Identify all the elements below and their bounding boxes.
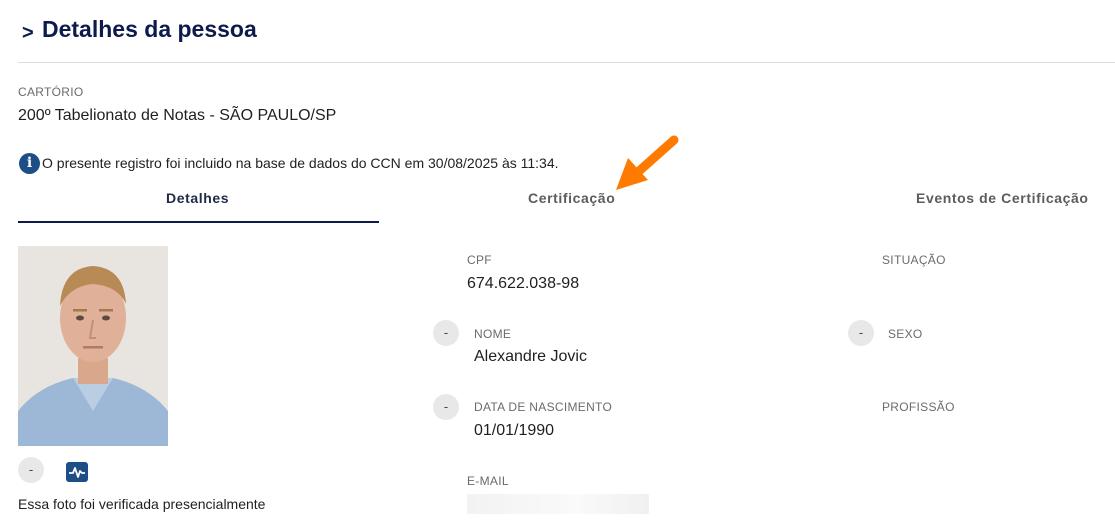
page-title: Detalhes da pessoa [42, 16, 257, 42]
email-label: E-MAIL [467, 474, 509, 488]
annotation-arrow-icon [616, 135, 679, 190]
cpf-label: CPF [467, 253, 492, 267]
active-tab-indicator [18, 221, 379, 223]
nascimento-value: 01/01/1990 [474, 422, 555, 439]
nome-dash-button[interactable]: - [433, 320, 459, 346]
situacao-label: SITUAÇÃO [882, 253, 946, 267]
photo-verified-caption: Essa foto foi verificada presencialmente [18, 496, 266, 512]
sexo-label: SEXO [888, 327, 923, 341]
sexo-dash-button[interactable]: - [848, 320, 874, 346]
profissao-label: PROFISSÃO [882, 400, 955, 414]
cartorio-label: CARTÓRIO [18, 85, 84, 99]
nome-value: Alexandre Jovic [474, 348, 587, 365]
chevron-right-icon: > [22, 22, 34, 44]
nome-label: NOME [474, 327, 512, 341]
person-photo [18, 246, 168, 446]
info-message: O presente registro foi incluido na base… [42, 155, 559, 171]
header-divider [18, 62, 1115, 63]
biometric-pulse-icon[interactable] [66, 462, 88, 482]
email-value-redacted [467, 494, 649, 514]
tab-detalhes[interactable]: Detalhes [166, 190, 229, 206]
cartorio-value: 200º Tabelionato de Notas - SÃO PAULO/SP [18, 107, 337, 124]
info-icon: i [19, 153, 40, 174]
photo-dash-button[interactable]: - [18, 457, 44, 483]
nascimento-label: DATA DE NASCIMENTO [474, 400, 613, 414]
nascimento-dash-button[interactable]: - [433, 394, 459, 420]
cpf-value: 674.622.038-98 [467, 275, 580, 292]
tab-eventos-de-certificacao[interactable]: Eventos de Certificação [916, 190, 1089, 206]
tab-certificacao[interactable]: Certificação [528, 190, 615, 206]
